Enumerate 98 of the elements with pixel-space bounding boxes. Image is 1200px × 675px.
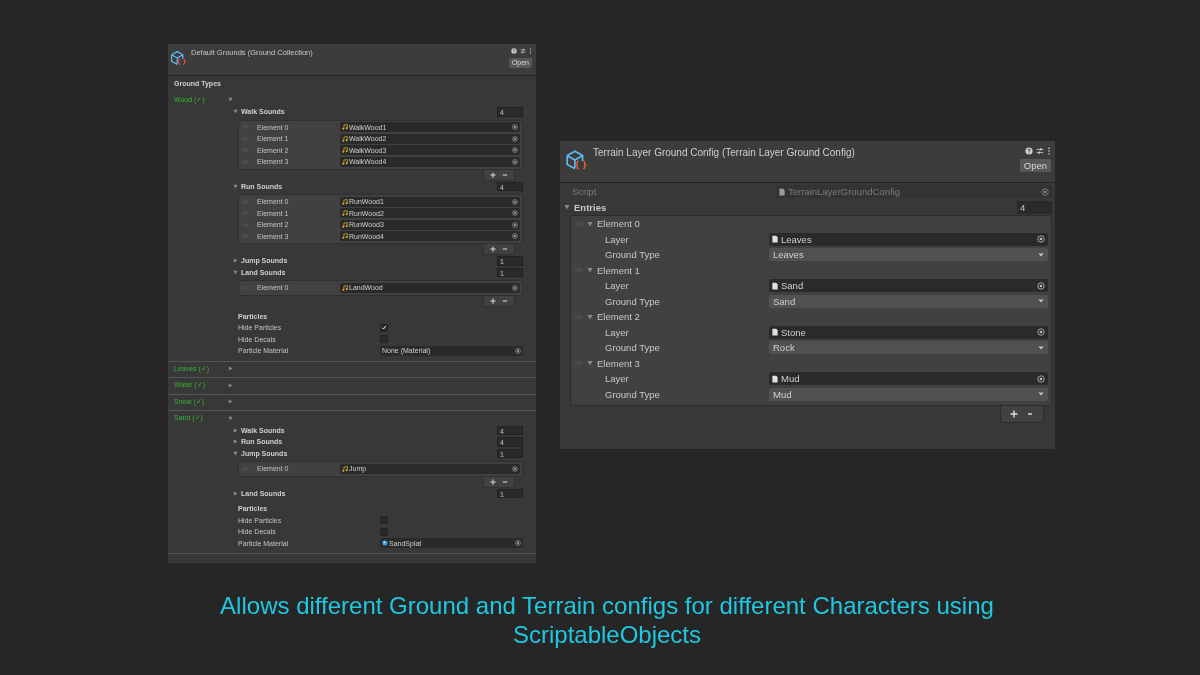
audio-clip-icon — [342, 124, 348, 131]
foldout-arrow-icon[interactable] — [228, 97, 233, 103]
settings-icon[interactable] — [1036, 147, 1044, 155]
foldout-arrow-icon[interactable] — [233, 427, 238, 433]
audio-clip-icon — [342, 210, 348, 217]
element-label: Element 0 — [597, 218, 640, 230]
audio-clip-icon — [342, 284, 348, 291]
plus-icon — [490, 478, 496, 485]
object-picker-icon[interactable] — [1037, 374, 1045, 383]
document-icon — [772, 374, 778, 383]
help-icon[interactable] — [1025, 147, 1033, 155]
element-label: Element 1 — [597, 264, 640, 276]
field-label: Ground Type — [604, 342, 661, 354]
object-field: TerrainLayerGroundConfig — [776, 185, 1052, 199]
foldout-arrow-icon[interactable] — [228, 415, 233, 421]
field-label: Layer — [604, 326, 630, 338]
plus-icon — [1010, 410, 1018, 418]
foldout-arrow-icon[interactable] — [233, 109, 238, 115]
dropdown[interactable]: Mud — [769, 387, 1048, 401]
document-icon — [772, 328, 778, 337]
field-label: Ground Type — [604, 295, 661, 307]
caret-icon — [1038, 252, 1044, 257]
add-button[interactable] — [488, 296, 498, 305]
foldout-arrow-icon[interactable] — [233, 490, 238, 496]
audio-clip-icon — [342, 135, 348, 142]
plus-icon — [490, 297, 496, 304]
more-icon[interactable] — [1047, 147, 1051, 155]
dropdown[interactable]: Sand — [769, 294, 1048, 308]
dropdown[interactable]: Rock — [769, 341, 1048, 355]
foldout-arrow-icon[interactable] — [228, 366, 233, 372]
audio-clip-icon — [342, 221, 348, 228]
script-asset-icon — [565, 149, 587, 171]
field-label: Ground Type — [604, 249, 661, 261]
more-icon[interactable] — [529, 48, 532, 54]
foldout-arrow-icon[interactable] — [233, 439, 238, 445]
minus-icon — [502, 297, 508, 304]
minus-icon — [502, 246, 508, 252]
foldout-arrow-icon[interactable] — [587, 360, 593, 367]
audio-clip-icon — [342, 465, 348, 472]
minus-icon — [502, 478, 508, 485]
object-picker-icon[interactable] — [515, 347, 521, 354]
caption: Allows different Ground and Terrain configs for different Characters using ScriptableObjects — [219, 591, 995, 649]
minus-icon — [1026, 410, 1034, 418]
settings-icon[interactable] — [520, 48, 526, 54]
field-label: Layer — [604, 373, 630, 385]
object-picker-icon[interactable] — [1037, 328, 1045, 337]
plus-icon — [490, 171, 496, 178]
caret-icon — [1038, 392, 1044, 397]
object-field[interactable]: Sand — [769, 279, 1048, 293]
audio-clip-icon — [342, 233, 348, 240]
document-icon — [772, 281, 778, 290]
field-label: Script — [571, 186, 598, 198]
plus-icon — [490, 246, 496, 252]
object-picker-icon[interactable] — [1037, 235, 1045, 244]
element-label: Element 3 — [597, 357, 640, 369]
audio-clip-icon — [342, 158, 348, 165]
field-label: Layer — [604, 233, 630, 245]
checkmark-icon — [381, 324, 387, 332]
audio-clip-icon — [342, 147, 348, 154]
element-label: Element 2 — [597, 311, 640, 323]
foldout-arrow-icon[interactable] — [233, 258, 238, 264]
object-field[interactable]: Stone — [769, 325, 1048, 339]
caret-icon — [1038, 299, 1044, 304]
object-field[interactable]: Leaves — [769, 232, 1048, 246]
foldout-arrow-icon[interactable] — [564, 204, 570, 211]
document-icon — [772, 235, 778, 244]
audio-clip-icon — [342, 198, 348, 205]
add-button[interactable] — [488, 477, 498, 486]
foldout-arrow-icon[interactable] — [587, 267, 593, 274]
add-button[interactable] — [488, 170, 498, 179]
list-label: Entries — [574, 201, 608, 213]
open-button[interactable]: Open — [1019, 159, 1051, 172]
remove-button[interactable] — [500, 245, 510, 253]
object-picker-icon[interactable] — [1037, 281, 1045, 290]
minus-icon — [502, 171, 508, 178]
foldout-arrow-icon[interactable] — [228, 382, 233, 388]
field-label: Layer — [604, 280, 630, 292]
caret-icon — [1038, 345, 1044, 350]
foldout-arrow-icon[interactable] — [587, 220, 593, 227]
inspector-title: Terrain Layer Ground Config (Terrain Layer Ground Config) — [593, 147, 856, 159]
add-button[interactable] — [488, 245, 498, 253]
field-label: Ground Type — [604, 388, 661, 400]
object-picker-icon[interactable] — [512, 284, 518, 291]
script-asset-icon — [170, 50, 186, 66]
dropdown[interactable]: Leaves — [769, 248, 1048, 262]
object-field[interactable]: Mud — [769, 372, 1048, 386]
foldout-arrow-icon[interactable] — [233, 269, 238, 275]
object-picker-icon[interactable] — [512, 465, 518, 472]
object-picker-icon[interactable] — [515, 540, 521, 547]
foldout-arrow-icon[interactable] — [587, 313, 593, 320]
help-icon[interactable] — [511, 48, 517, 54]
count-field[interactable]: 4 — [1017, 200, 1052, 214]
checkbox[interactable] — [380, 323, 388, 332]
foldout-arrow-icon[interactable] — [228, 399, 233, 405]
foldout-arrow-icon[interactable] — [233, 450, 238, 456]
script-file-icon — [779, 187, 785, 196]
foldout-arrow-icon[interactable] — [233, 183, 238, 189]
sphere-icon — [382, 540, 388, 547]
